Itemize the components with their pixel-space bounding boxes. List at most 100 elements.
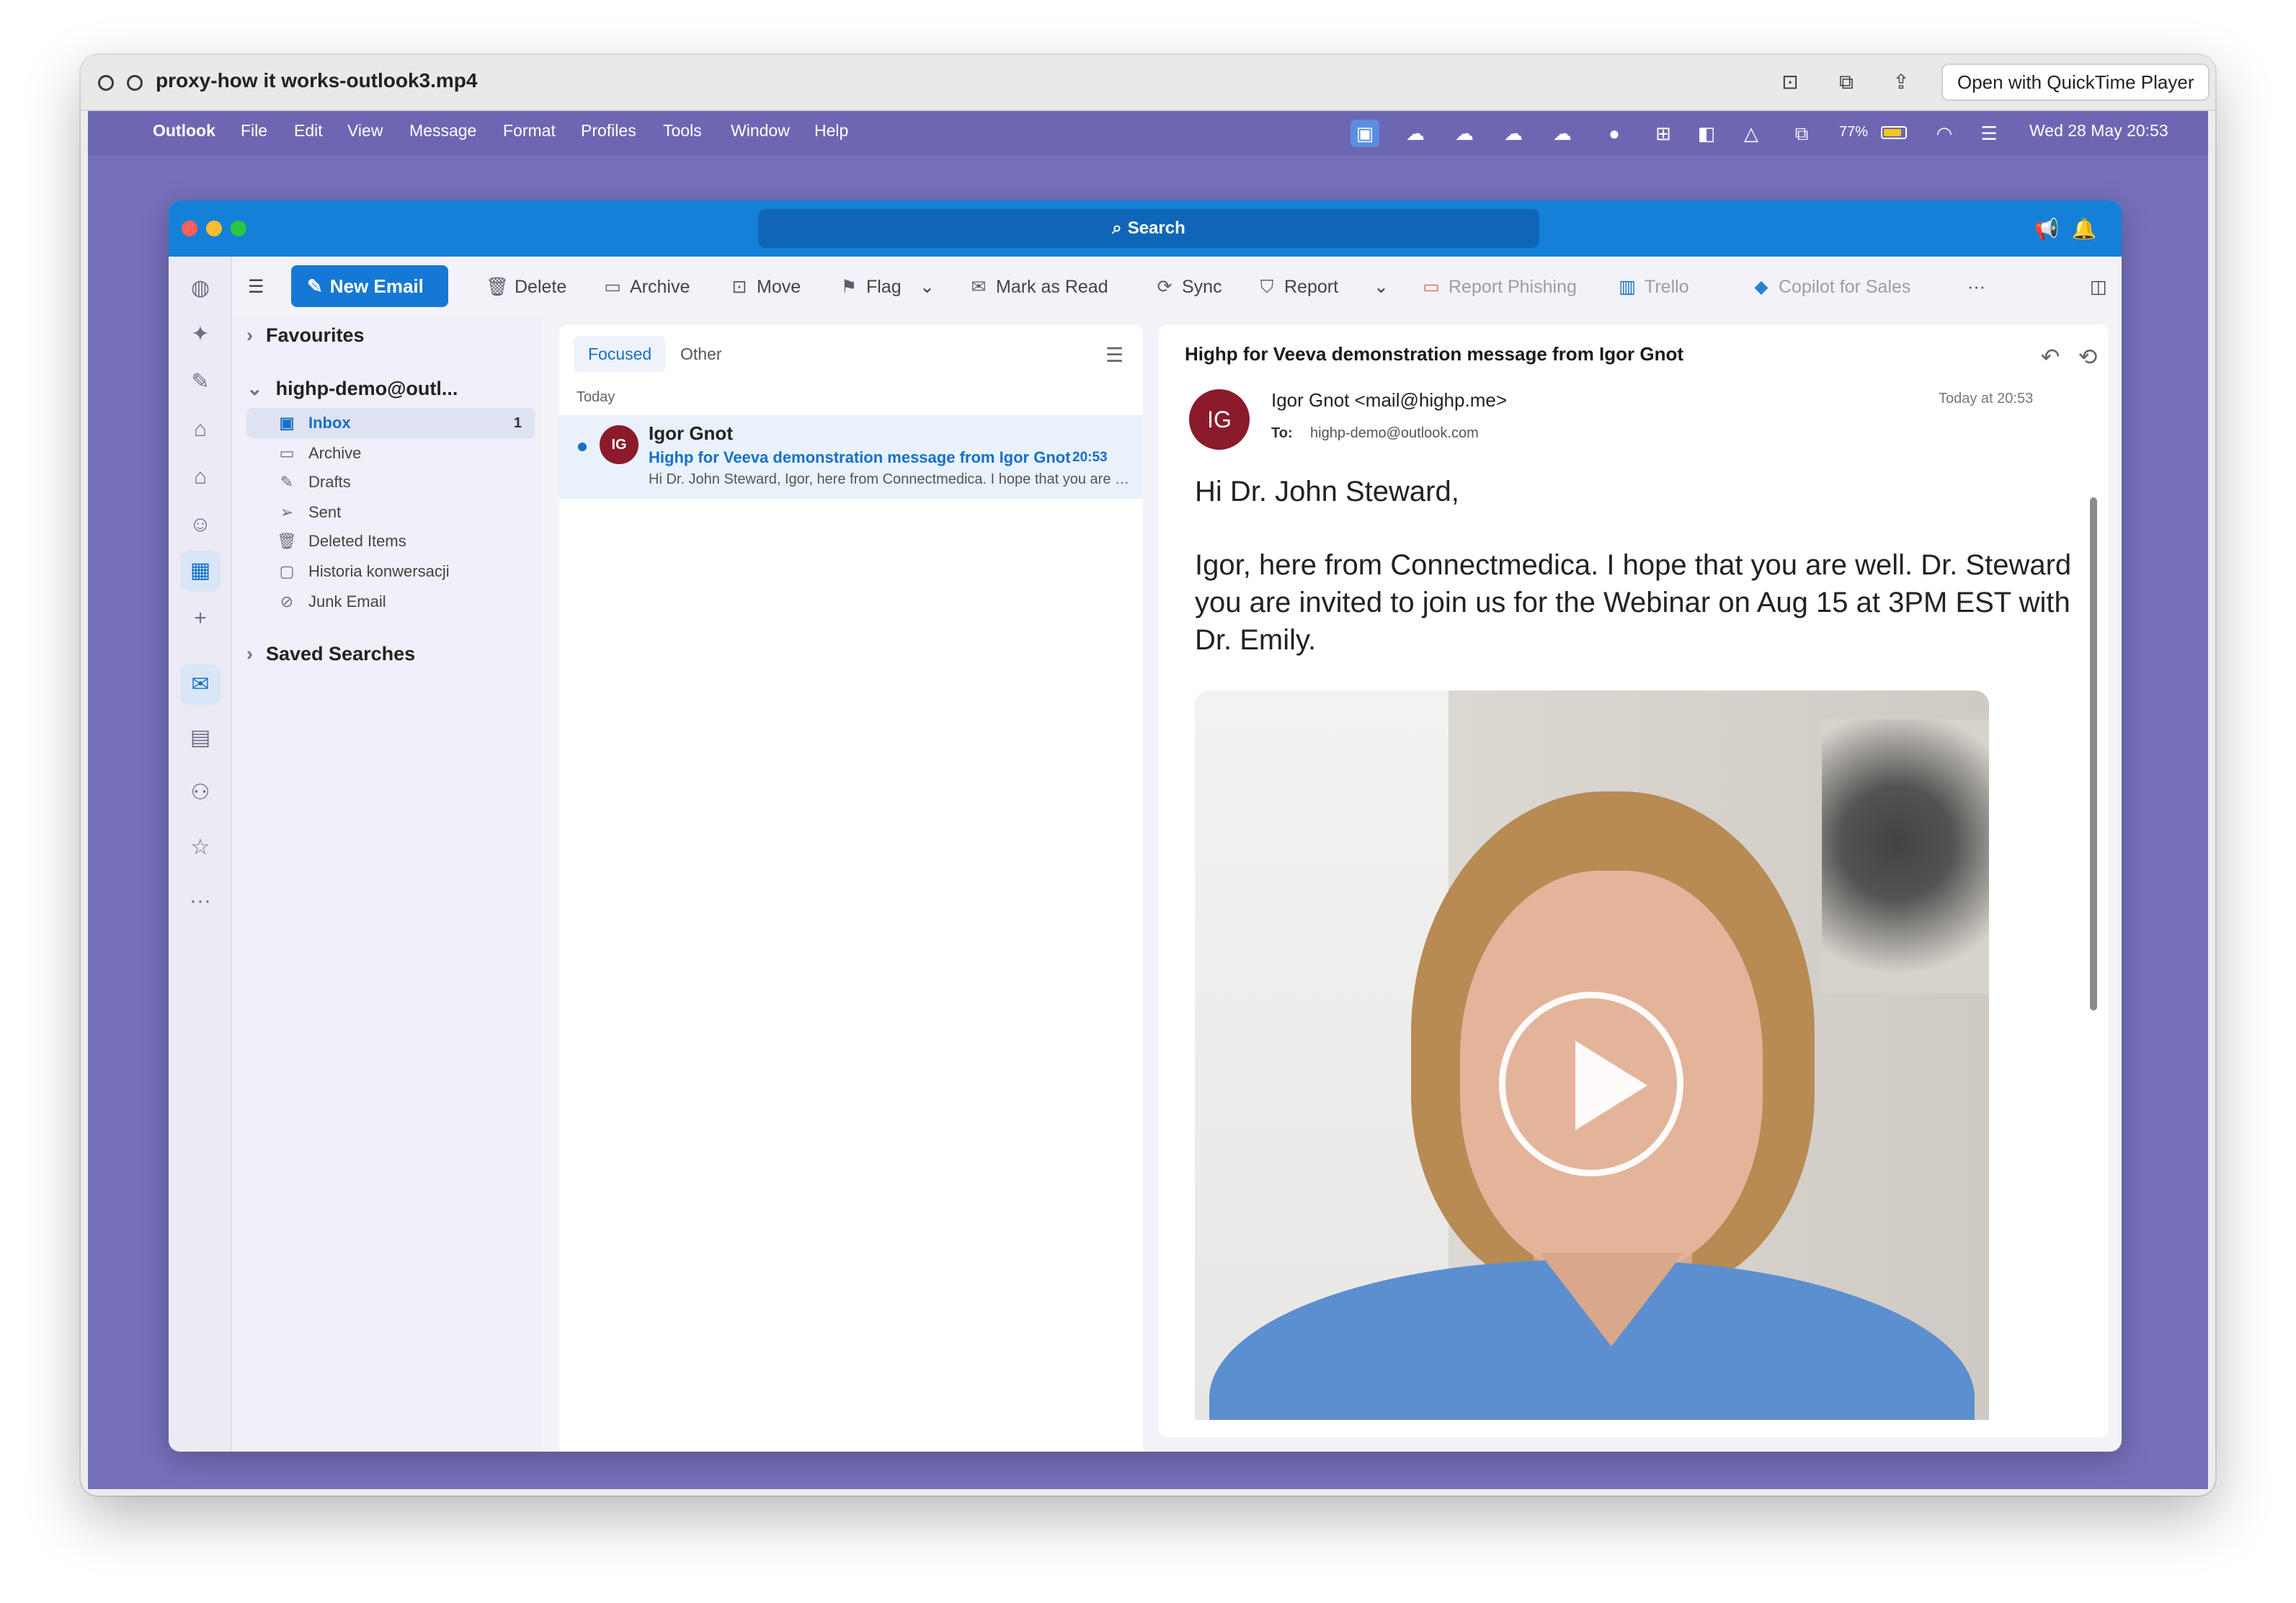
copilot-for-sales-button[interactable]: ◆ Copilot for Sales (1750, 272, 1910, 301)
favourites-header[interactable]: › Favourites (246, 324, 365, 347)
folder-junk-email[interactable]: ⊘ Junk Email (246, 587, 535, 617)
menu-message[interactable]: Message (409, 121, 476, 141)
drive-icon[interactable]: △ (1737, 120, 1766, 147)
filter-icon[interactable]: ☰ (1105, 343, 1123, 367)
move-button[interactable]: ⊡ Move (728, 272, 801, 301)
screen-record-icon[interactable]: ▣ (1351, 120, 1379, 147)
stop-icon[interactable] (127, 75, 143, 91)
menu-tools[interactable]: Tools (663, 121, 702, 141)
flag-button[interactable]: ⚑ Flag (837, 272, 902, 301)
tab-focused[interactable]: Focused (574, 336, 667, 372)
report-phishing-button[interactable]: ▭ Report Phishing (1420, 272, 1577, 301)
email-from[interactable]: Igor Gnot <mail@highp.me> (1271, 389, 1507, 412)
email-to[interactable]: highp-demo@outlook.com (1310, 425, 1479, 442)
message-list: Focused Other ☰ Today IG Igor Gnot Highp… (559, 324, 1143, 1452)
chevron-right-icon: › (246, 324, 253, 346)
cloud-icon[interactable]: ☁ (1499, 120, 1528, 147)
menu-format[interactable]: Format (503, 121, 556, 141)
share-icon[interactable]: ⇪ (1887, 68, 1915, 97)
bell-icon[interactable]: 🔔 (2068, 213, 2100, 245)
window-close-button[interactable] (182, 221, 197, 236)
thumbnail-collar (1539, 1253, 1683, 1346)
people-icon[interactable]: ⚇ (180, 773, 221, 813)
menubar-clock[interactable]: Wed 28 May 20:53 (2029, 121, 2168, 141)
archive-button[interactable]: ▭ Archive (601, 272, 690, 301)
trim-icon[interactable]: ⊡ (1776, 68, 1805, 97)
add-app-icon[interactable]: + (180, 598, 221, 639)
folder-deleted-items[interactable]: 🗑 Deleted Items (246, 526, 535, 556)
open-with-quicktime-button[interactable]: Open with QuickTime Player (1941, 63, 2210, 101)
reply-icon[interactable]: ↶ (2034, 340, 2067, 373)
home-icon[interactable]: ⌂ (180, 409, 221, 450)
globe-icon[interactable]: ◍ (180, 268, 221, 308)
teams-icon[interactable]: ⊞ (1649, 120, 1678, 147)
cloud-icon[interactable]: ☁ (1548, 120, 1577, 147)
new-email-button[interactable]: ✎ New Email (291, 265, 448, 307)
search-icon: ⌕ (1112, 218, 1122, 238)
delete-button[interactable]: 🗑 Delete (486, 272, 566, 301)
status-icon[interactable]: ● (1600, 120, 1629, 147)
more-options-button[interactable]: ··· (1967, 272, 1985, 301)
menu-window[interactable]: Window (731, 121, 790, 141)
sync-button[interactable]: ⟳ Sync (1153, 272, 1222, 301)
menu-profiles[interactable]: Profiles (581, 121, 636, 141)
inbox-icon: ▣ (279, 414, 295, 432)
menu-view[interactable]: View (347, 121, 383, 141)
trash-icon: 🗑 (486, 277, 509, 297)
reading-pane-toggle-icon[interactable]: ◫ (2090, 272, 2107, 301)
reply-all-icon[interactable]: ⟲ (2071, 340, 2104, 373)
account-header[interactable]: ⌄ highp-demo@outl... (246, 378, 458, 400)
window-minimize-button[interactable] (206, 221, 222, 236)
saved-searches-header[interactable]: › Saved Searches (246, 643, 415, 665)
control-center-icon[interactable]: ☰ (1975, 120, 2003, 147)
reading-scrollbar[interactable] (2090, 497, 2097, 1011)
video-thumbnail[interactable] (1195, 691, 1989, 1420)
chevron-down-icon[interactable]: ⌄ (1374, 272, 1389, 301)
rotate-icon[interactable]: ⧉ (1832, 68, 1861, 97)
menu-app-name[interactable]: Outlook (153, 121, 215, 141)
folder-sent[interactable]: ➢ Sent (246, 497, 535, 528)
battery-icon[interactable] (1881, 126, 1907, 139)
folder-archive[interactable]: ▭ Archive (246, 438, 535, 469)
message-row[interactable]: IG Igor Gnot Highp for Veeva demonstrati… (559, 415, 1143, 499)
sender-avatar: IG (1189, 389, 1250, 450)
menu-file[interactable]: File (241, 121, 267, 141)
folder-historia-konwersacji[interactable]: ▢ Historia konwersacji (246, 556, 535, 587)
screens-icon[interactable]: ⧉ (1787, 120, 1816, 147)
tab-other[interactable]: Other (666, 336, 737, 372)
message-sender: Igor Gnot (649, 422, 733, 444)
folder-drafts[interactable]: ✎ Drafts (246, 467, 535, 497)
quicktime-window: proxy-how it works-outlook3.mp4 ⊡ ⧉ ⇪ Op… (81, 55, 2215, 1496)
chevron-down-icon[interactable]: ⌄ (920, 272, 935, 301)
unread-indicator (578, 443, 587, 451)
outlook-tray-icon[interactable]: ◧ (1692, 120, 1721, 147)
cloud-icon[interactable]: ☁ (1401, 120, 1430, 147)
megaphone-icon[interactable]: 📢 (2031, 213, 2063, 245)
hamburger-icon[interactable]: ☰ (248, 272, 264, 301)
report-button[interactable]: ⛉ Report (1255, 272, 1338, 301)
archive-icon: ▭ (279, 444, 295, 462)
more-apps-icon[interactable]: ··· (180, 881, 221, 921)
menu-edit[interactable]: Edit (294, 121, 323, 141)
person-icon[interactable]: ☺ (180, 505, 221, 545)
search-box[interactable]: ⌕ Search (758, 209, 1539, 248)
app-rail: ◍ ✦ ✎ ⌂ ⌂ ☺ ▦ + ✉ ▤ ⚇ ☆ ··· (169, 257, 232, 1452)
pen-icon[interactable]: ✎ (180, 362, 221, 402)
mail-icon[interactable]: ✉ (180, 665, 221, 705)
trello-button[interactable]: ▥ Trello (1616, 272, 1688, 301)
flag-icon: ⚑ (840, 277, 858, 297)
mark-as-read-button[interactable]: ✉ Mark as Read (967, 272, 1108, 301)
wifi-icon[interactable]: ◠ (1930, 120, 1959, 147)
close-icon[interactable] (98, 75, 114, 91)
cloud-icon[interactable]: ☁ (1450, 120, 1479, 147)
calendar-icon[interactable]: ▤ (180, 718, 221, 758)
junk-icon: ⊘ (280, 592, 294, 610)
menu-help[interactable]: Help (814, 121, 848, 141)
briefcase-icon[interactable]: ▦ (180, 551, 221, 591)
star-icon[interactable]: ☆ (180, 827, 221, 868)
rocket-icon[interactable]: ✦ (180, 314, 221, 355)
home-alt-icon[interactable]: ⌂ (180, 457, 221, 497)
folder-label: Junk Email (308, 592, 386, 610)
window-zoom-button[interactable] (231, 221, 246, 236)
folder-inbox[interactable]: ▣ Inbox 1 (246, 408, 535, 438)
